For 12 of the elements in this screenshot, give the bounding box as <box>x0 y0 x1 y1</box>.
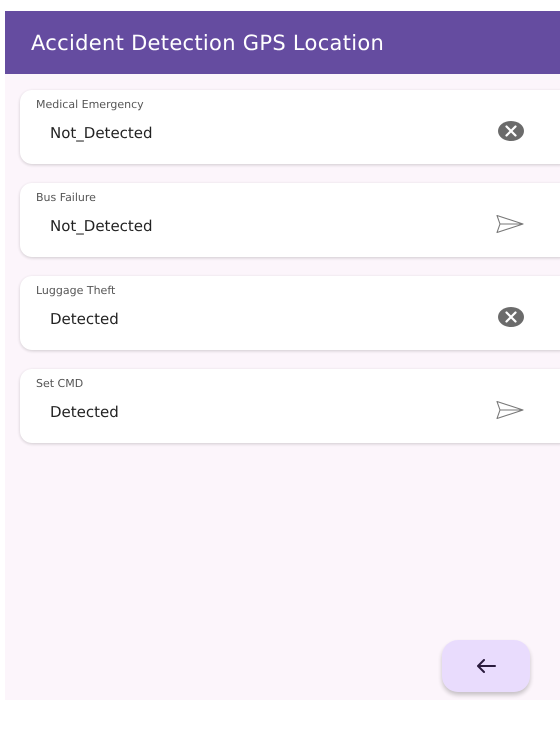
card-label: Medical Emergency <box>36 98 145 111</box>
send-icon[interactable] <box>496 214 524 234</box>
app-title: Accident Detection GPS Location <box>31 30 384 54</box>
card-label: Set CMD <box>36 377 84 390</box>
status-value: Detected <box>50 403 119 421</box>
card-label: Luggage Theft <box>36 284 116 297</box>
back-arrow-icon <box>476 659 496 673</box>
card-label: Bus Failure <box>36 191 97 204</box>
status-value: Not_Detected <box>50 217 153 235</box>
status-value: Detected <box>50 310 119 328</box>
send-icon[interactable] <box>496 400 524 420</box>
status-value: Not_Detected <box>50 124 153 142</box>
